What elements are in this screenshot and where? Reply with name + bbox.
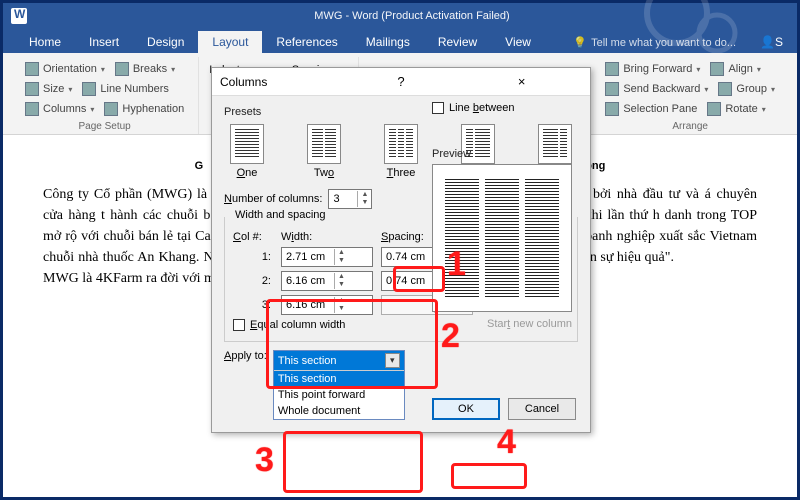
line-between-checkbox[interactable]: Line between bbox=[432, 102, 572, 114]
dialog-title: Columns bbox=[220, 75, 341, 89]
num-cols-label: Number of columns: bbox=[224, 193, 322, 205]
preset-three[interactable]: Three bbox=[384, 124, 418, 179]
apply-opt-section[interactable]: This section bbox=[274, 371, 404, 387]
apply-to-value: This section bbox=[278, 355, 337, 367]
preview-box bbox=[432, 164, 572, 312]
dialog-titlebar: Columns ? × bbox=[212, 68, 590, 96]
preset-one[interactable]: One bbox=[230, 124, 264, 179]
width-header: Width: bbox=[281, 231, 373, 243]
row1-label: 1: bbox=[233, 251, 273, 263]
row2-width[interactable]: ▲▼ bbox=[281, 271, 373, 291]
apply-opt-whole[interactable]: Whole document bbox=[274, 403, 404, 419]
columns-dialog: Columns ? × Presets One Two Three Left R… bbox=[211, 67, 591, 433]
row3-label: 3: bbox=[233, 299, 273, 311]
start-new-column: Start new column bbox=[432, 318, 572, 330]
apply-to-label: Apply to: bbox=[224, 350, 267, 362]
cancel-button[interactable]: Cancel bbox=[508, 398, 576, 420]
row1-width[interactable]: ▲▼ bbox=[281, 247, 373, 267]
chevron-down-icon[interactable]: ▾ bbox=[385, 353, 400, 368]
row3-width[interactable]: ▲▼ bbox=[281, 295, 373, 315]
num-cols-input[interactable]: ▲▼ bbox=[328, 189, 372, 209]
preview-label: Preview bbox=[432, 148, 572, 160]
dialog-close-button[interactable]: × bbox=[461, 74, 582, 89]
row2-label: 2: bbox=[233, 275, 273, 287]
apply-opt-forward[interactable]: This point forward bbox=[274, 387, 404, 403]
col-header: Col #: bbox=[233, 231, 273, 243]
width-spacing-label: Width and spacing bbox=[231, 209, 330, 221]
preset-two[interactable]: Two bbox=[307, 124, 341, 179]
dialog-help-button[interactable]: ? bbox=[341, 74, 462, 89]
apply-to-combo[interactable]: This section ▾ This section This point fo… bbox=[273, 350, 405, 420]
ok-button[interactable]: OK bbox=[432, 398, 500, 420]
